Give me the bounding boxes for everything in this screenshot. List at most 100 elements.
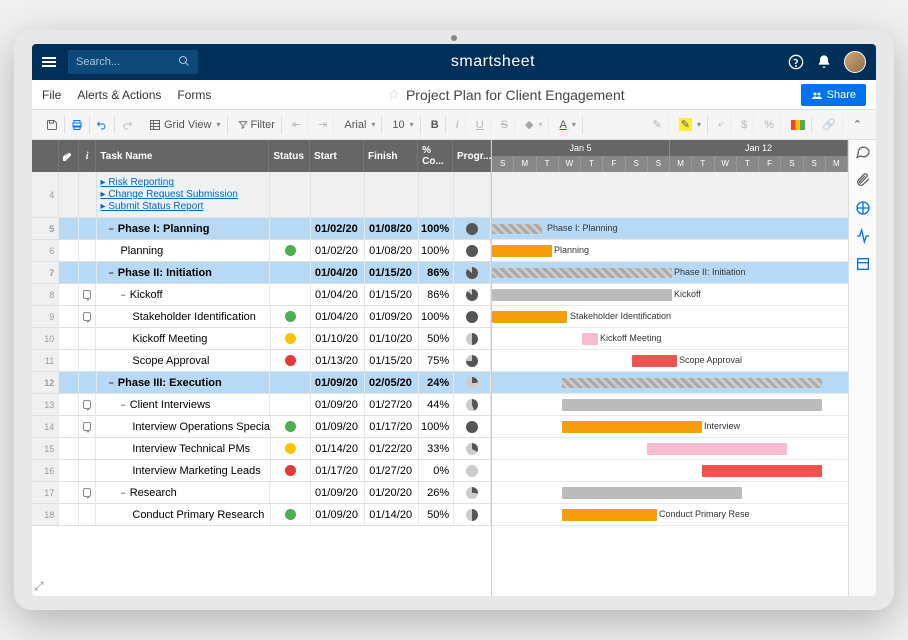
- cell-start[interactable]: 01/04/20: [311, 284, 365, 305]
- cell-status[interactable]: [270, 372, 311, 393]
- cell-attach[interactable]: [59, 394, 79, 415]
- redo-button[interactable]: [115, 116, 139, 134]
- cell-pct[interactable]: 26%: [419, 482, 454, 503]
- cell-attach[interactable]: [59, 416, 79, 437]
- collapse-icon[interactable]: −: [120, 488, 125, 498]
- cell-status[interactable]: [271, 350, 312, 371]
- cell-finish[interactable]: 01/08/20: [365, 240, 419, 261]
- print-button[interactable]: [65, 116, 90, 134]
- cell-attach[interactable]: [59, 306, 79, 327]
- cell-task[interactable]: Planning: [96, 240, 270, 261]
- cell-task[interactable]: Conduct Primary Research: [96, 504, 270, 525]
- cell-comment[interactable]: [79, 240, 97, 261]
- cell-start[interactable]: 01/17/20: [311, 460, 365, 481]
- cell-prog[interactable]: [454, 262, 491, 283]
- col-prog[interactable]: Progr...: [453, 140, 491, 172]
- cell-finish[interactable]: 01/08/20: [365, 218, 419, 239]
- table-row[interactable]: 18 Conduct Primary Research 01/09/20 01/…: [32, 504, 491, 526]
- cell-attach[interactable]: [59, 438, 79, 459]
- collapse-icon[interactable]: −: [109, 224, 114, 234]
- cell-attach[interactable]: [59, 504, 79, 525]
- gantt-bar[interactable]: [492, 224, 542, 234]
- cell-task[interactable]: Scope Approval: [96, 350, 270, 371]
- cell-pct[interactable]: 50%: [419, 328, 454, 349]
- cell-finish[interactable]: 01/15/20: [365, 284, 419, 305]
- gantt-bar[interactable]: [632, 355, 677, 367]
- table-row[interactable]: 14 Interview Operations Specialists 01/0…: [32, 416, 491, 438]
- cell-finish[interactable]: 01/22/20: [365, 438, 419, 459]
- cell-pct[interactable]: 100%: [419, 306, 454, 327]
- bell-icon[interactable]: [816, 54, 832, 70]
- cell-finish[interactable]: 01/20/20: [365, 482, 419, 503]
- cell-start[interactable]: 01/10/20: [311, 328, 365, 349]
- font-size-select[interactable]: 10: [386, 116, 420, 134]
- currency-button[interactable]: $: [735, 116, 754, 134]
- cell-status[interactable]: [270, 394, 311, 415]
- gantt-bar[interactable]: [492, 289, 672, 301]
- collapse-icon[interactable]: −: [109, 268, 114, 278]
- table-row[interactable]: 15 Interview Technical PMs 01/14/20 01/2…: [32, 438, 491, 460]
- cell-finish[interactable]: 01/27/20: [365, 394, 419, 415]
- cell-pct[interactable]: 86%: [419, 262, 454, 283]
- cell-start[interactable]: 01/09/20: [311, 416, 365, 437]
- cell-comment[interactable]: [79, 504, 97, 525]
- indent-button[interactable]: ⇥: [312, 115, 334, 134]
- cell-status[interactable]: [271, 438, 312, 459]
- gantt-bar[interactable]: [562, 487, 742, 499]
- cell-pct[interactable]: 24%: [419, 372, 454, 393]
- cell-task[interactable]: −Research: [96, 482, 270, 503]
- search-input[interactable]: [76, 56, 178, 68]
- cell-comment[interactable]: [79, 328, 97, 349]
- expand-icon[interactable]: ⤢: [34, 579, 44, 594]
- comment-icon[interactable]: [83, 400, 92, 409]
- link-submit[interactable]: ▸ Submit Status Report: [101, 201, 204, 212]
- cell-status[interactable]: [270, 284, 311, 305]
- cell-prog[interactable]: [454, 482, 491, 503]
- cell-finish[interactable]: 01/27/20: [365, 460, 419, 481]
- cell-attach[interactable]: [59, 284, 79, 305]
- cell-task[interactable]: −Phase I: Planning: [97, 218, 271, 239]
- cell-start[interactable]: 01/04/20: [311, 306, 365, 327]
- summary-icon[interactable]: [855, 256, 871, 272]
- cell-prog[interactable]: [454, 438, 491, 459]
- format-painter-button[interactable]: ✎: [647, 115, 669, 134]
- gantt-bar[interactable]: [702, 465, 822, 477]
- strike-button[interactable]: S: [495, 116, 515, 134]
- cell-status[interactable]: [271, 416, 312, 437]
- proof-icon[interactable]: [855, 200, 871, 216]
- cell-status[interactable]: [270, 482, 311, 503]
- table-row[interactable]: 13 −Client Interviews 01/09/20 01/27/20 …: [32, 394, 491, 416]
- highlight-button[interactable]: ✎: [673, 115, 708, 134]
- italic-button[interactable]: I: [450, 116, 466, 134]
- menu-forms[interactable]: Forms: [177, 88, 211, 102]
- percent-button[interactable]: %: [758, 116, 781, 134]
- outdent-button[interactable]: ⇤: [286, 115, 308, 134]
- col-pct[interactable]: % Co...: [418, 140, 453, 172]
- share-button[interactable]: Share: [801, 84, 866, 106]
- cell-status[interactable]: [271, 504, 312, 525]
- cell-start[interactable]: 01/02/20: [311, 218, 365, 239]
- cell-pct[interactable]: 86%: [419, 284, 454, 305]
- cell-comment[interactable]: [79, 172, 97, 217]
- gantt-bar[interactable]: [562, 399, 822, 411]
- cell-status[interactable]: [270, 218, 311, 239]
- star-icon[interactable]: ☆: [387, 86, 400, 103]
- cell-prog[interactable]: [454, 504, 491, 525]
- cell-task[interactable]: −Phase II: Initiation: [97, 262, 271, 283]
- cell-task[interactable]: −Kickoff: [96, 284, 270, 305]
- cell-prog[interactable]: [454, 416, 491, 437]
- col-task[interactable]: Task Name: [96, 140, 269, 172]
- cell-comment[interactable]: [79, 394, 97, 415]
- cell-prog[interactable]: [454, 372, 491, 393]
- cell-task[interactable]: −Phase III: Execution: [97, 372, 271, 393]
- underline-button[interactable]: U: [470, 116, 491, 134]
- cell-finish[interactable]: 01/17/20: [365, 416, 419, 437]
- cell-attach[interactable]: [59, 328, 79, 349]
- cell-status[interactable]: [271, 328, 312, 349]
- gantt-bar[interactable]: [647, 443, 787, 455]
- cell-task[interactable]: Interview Technical PMs: [96, 438, 270, 459]
- cell-attach[interactable]: [59, 350, 79, 371]
- cell-status[interactable]: [270, 240, 311, 261]
- conditional-format-button[interactable]: [785, 117, 812, 133]
- cell-comment[interactable]: [79, 306, 97, 327]
